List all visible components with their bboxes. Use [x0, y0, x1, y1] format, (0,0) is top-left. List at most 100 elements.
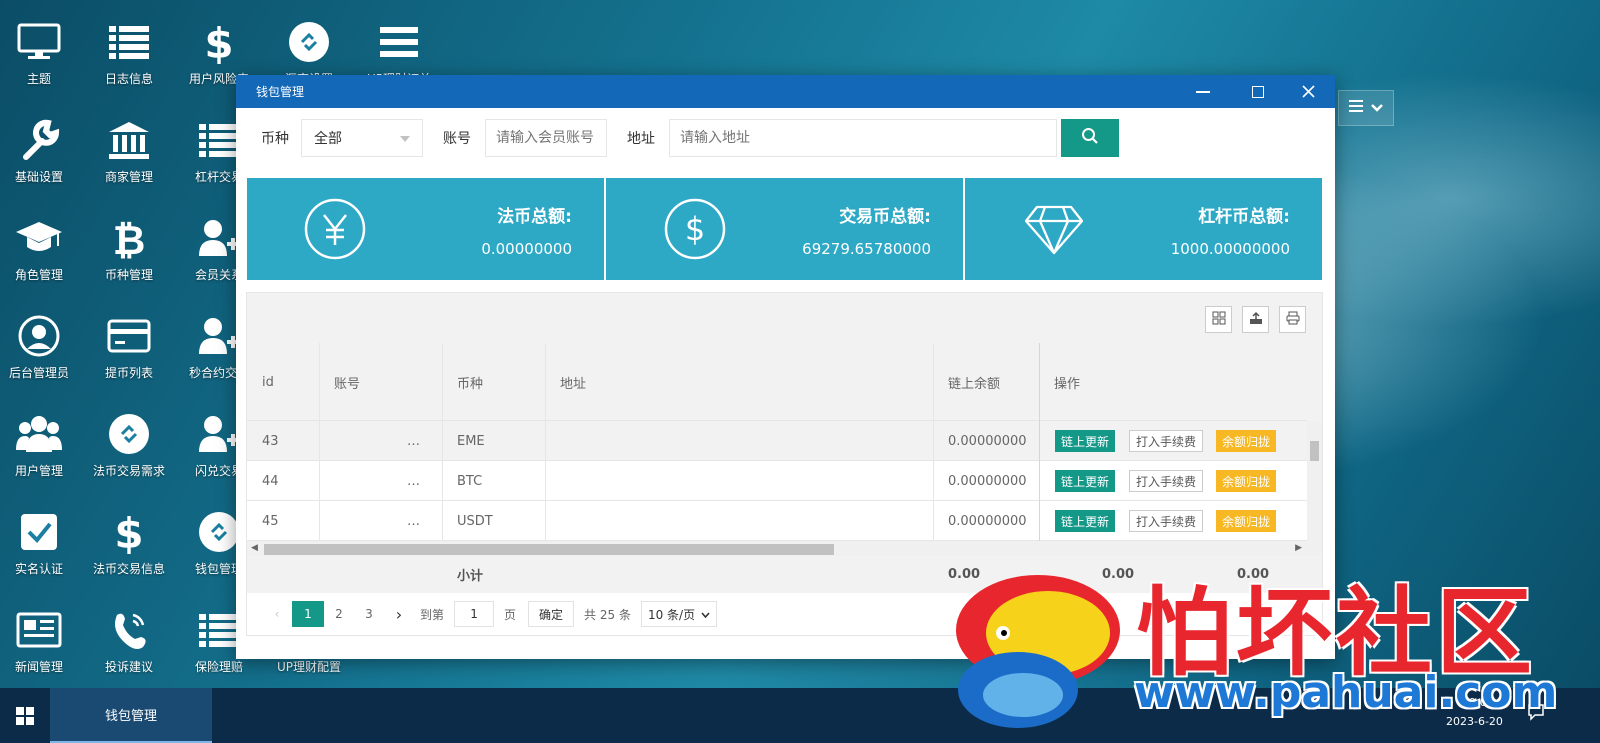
svg-text:$: $ — [114, 510, 143, 554]
column-header-address[interactable]: 地址 — [545, 343, 933, 421]
desktop-icon-10[interactable]: ₿ 币种管理 — [89, 216, 169, 283]
cell-currency: EME — [457, 433, 485, 449]
desktop-menu-toggle[interactable] — [1338, 90, 1394, 126]
desktop-icon-label: 实名认证 — [14, 562, 63, 576]
op-collect-button[interactable]: 余额归拢 — [1216, 470, 1276, 492]
op-fee-button[interactable]: 打入手续费 — [1129, 470, 1203, 492]
page-button[interactable]: 2 — [324, 601, 354, 627]
table-row[interactable]: 43 … EME 0.00000000 链上更新 打入手续费 余额归拢 — [247, 421, 1307, 461]
desktop-icon-1[interactable]: 主题 — [0, 20, 79, 87]
caret-down-icon — [400, 130, 410, 146]
address-filter-label: 地址 — [627, 131, 655, 147]
taskbar-task-wallet[interactable]: 钱包管理 — [50, 688, 212, 743]
column-header-currency[interactable]: 币种 — [442, 343, 545, 421]
op-fee-button[interactable]: 打入手续费 — [1129, 430, 1203, 452]
page-button[interactable]: 3 — [354, 601, 384, 627]
op-collect-button[interactable]: 余额归拢 — [1216, 430, 1276, 452]
desktop-icon-19[interactable]: $ 法币交易信息 — [89, 510, 169, 577]
desktop-icon-label: UP理财配置 — [276, 660, 342, 674]
desktop-icon-label: 日志信息 — [104, 72, 153, 86]
prev-page-icon[interactable]: ‹ — [262, 601, 292, 627]
desktop-icon-13[interactable]: 提币列表 — [89, 314, 169, 381]
desktop-icon-18[interactable]: 实名认证 — [0, 510, 79, 577]
op-update-button[interactable]: 链上更新 — [1055, 430, 1115, 452]
account-filter-label: 账号 — [443, 131, 471, 147]
currency-select[interactable]: 全部 — [301, 119, 423, 157]
newspaper-icon — [0, 608, 79, 652]
summary-card-fiat: 法币总额: 0.00000000 — [247, 178, 606, 280]
cell-balance: 0.00000000 — [948, 473, 1027, 489]
print-icon — [1286, 311, 1300, 329]
cell-currency: BTC — [457, 473, 483, 489]
cell-id: 44 — [262, 473, 279, 489]
column-header-id[interactable]: id — [247, 343, 319, 421]
cell-address — [545, 461, 933, 501]
columns-button[interactable] — [1205, 306, 1232, 333]
desktop-icon-15[interactable]: 用户管理 — [0, 412, 79, 479]
cell-balance: 0.00000000 — [948, 433, 1027, 449]
scroll-left-icon[interactable]: ◀ — [251, 543, 258, 553]
horizontal-scrollbar[interactable]: ◀ ▶ — [247, 541, 1322, 556]
goto-page-input[interactable]: 1 — [454, 601, 495, 627]
windows-start-icon[interactable] — [16, 707, 34, 729]
chevron-down-icon — [701, 607, 710, 621]
table-row[interactable]: 44 … BTC 0.00000000 链上更新 打入手续费 余额归拢 — [247, 461, 1307, 501]
desktop-icon-label: 角色管理 — [14, 268, 63, 282]
next-page-icon[interactable]: › — [384, 601, 414, 627]
cell-address — [545, 421, 933, 461]
table-row[interactable]: 45 … USDT 0.00000000 链上更新 打入手续费 余额归拢 — [247, 501, 1307, 541]
desktop-icon-6[interactable]: 基础设置 — [0, 118, 79, 185]
page-button[interactable]: 1 — [292, 601, 324, 627]
horizontal-scrollbar-thumb[interactable] — [264, 544, 834, 555]
column-header-account[interactable]: 账号 — [319, 343, 442, 421]
export-button[interactable] — [1242, 306, 1269, 333]
col-divider — [545, 343, 546, 543]
maximize-button[interactable] — [1236, 75, 1280, 108]
summary-value: 69279.65780000 — [802, 240, 931, 258]
op-fee-button[interactable]: 打入手续费 — [1129, 510, 1203, 532]
summary-value: 1000.00000000 — [1170, 240, 1290, 258]
col-divider — [1039, 343, 1040, 543]
account-input[interactable] — [485, 119, 607, 157]
search-button[interactable] — [1061, 119, 1119, 157]
minimize-button[interactable] — [1181, 75, 1225, 108]
goto-confirm-button[interactable]: 确定 — [528, 601, 575, 627]
op-update-button[interactable]: 链上更新 — [1055, 470, 1115, 492]
desktop-icon-16[interactable]: 法币交易需求 — [89, 412, 169, 479]
desktop-icon-7[interactable]: 商家管理 — [89, 118, 169, 185]
menu-icon — [1349, 100, 1363, 116]
op-update-button[interactable]: 链上更新 — [1055, 510, 1115, 532]
desktop-icon-9[interactable]: 角色管理 — [0, 216, 79, 283]
scroll-right-icon[interactable]: ▶ — [1295, 543, 1302, 553]
desktop-icon-21[interactable]: 新闻管理 — [0, 608, 79, 675]
svg-text:$: $ — [204, 20, 233, 64]
cell-currency: USDT — [457, 513, 493, 529]
op-collect-button[interactable]: 余额归拢 — [1216, 510, 1276, 532]
desktop-icon-2[interactable]: 日志信息 — [89, 20, 169, 87]
desktop-icon-12[interactable]: 后台管理员 — [0, 314, 79, 381]
page-size-select[interactable]: 10 条/页 — [640, 601, 718, 627]
taskbar-task-label: 钱包管理 — [104, 709, 157, 724]
desktop-icon-label: 币种管理 — [104, 268, 153, 282]
vertical-scrollbar-thumb[interactable] — [1310, 441, 1319, 461]
column-header-balance[interactable]: 链上余额 — [933, 343, 1039, 421]
summary-title: 交易币总额: — [839, 207, 931, 227]
print-button[interactable] — [1279, 306, 1306, 333]
filter-bar: 币种 全部 账号 地址 — [236, 108, 1335, 168]
desktop-icon-label: 后台管理员 — [8, 366, 69, 380]
goto-label: 到第 — [420, 607, 445, 622]
dollar-icon: $ — [89, 510, 169, 554]
vertical-scrollbar[interactable] — [1307, 421, 1322, 541]
columns-icon — [1212, 311, 1226, 329]
close-button[interactable] — [1286, 75, 1330, 108]
bitcoin-icon: ₿ — [89, 216, 169, 260]
window-title: 钱包管理 — [256, 85, 305, 99]
summary-cards: 法币总额: 0.00000000 $ 交易币总额: 69279.65780000 杠… — [247, 178, 1322, 280]
window-titlebar[interactable]: 钱包管理 — [236, 75, 1335, 108]
desktop-icon-22[interactable]: 投诉建议 — [89, 608, 169, 675]
cell-id: 45 — [262, 513, 279, 529]
subtotal-label: 小计 — [457, 569, 484, 584]
summary-card-trade: $ 交易币总额: 69279.65780000 — [606, 178, 965, 280]
dollar-icon: $ — [179, 20, 259, 64]
address-input[interactable] — [669, 119, 1057, 157]
